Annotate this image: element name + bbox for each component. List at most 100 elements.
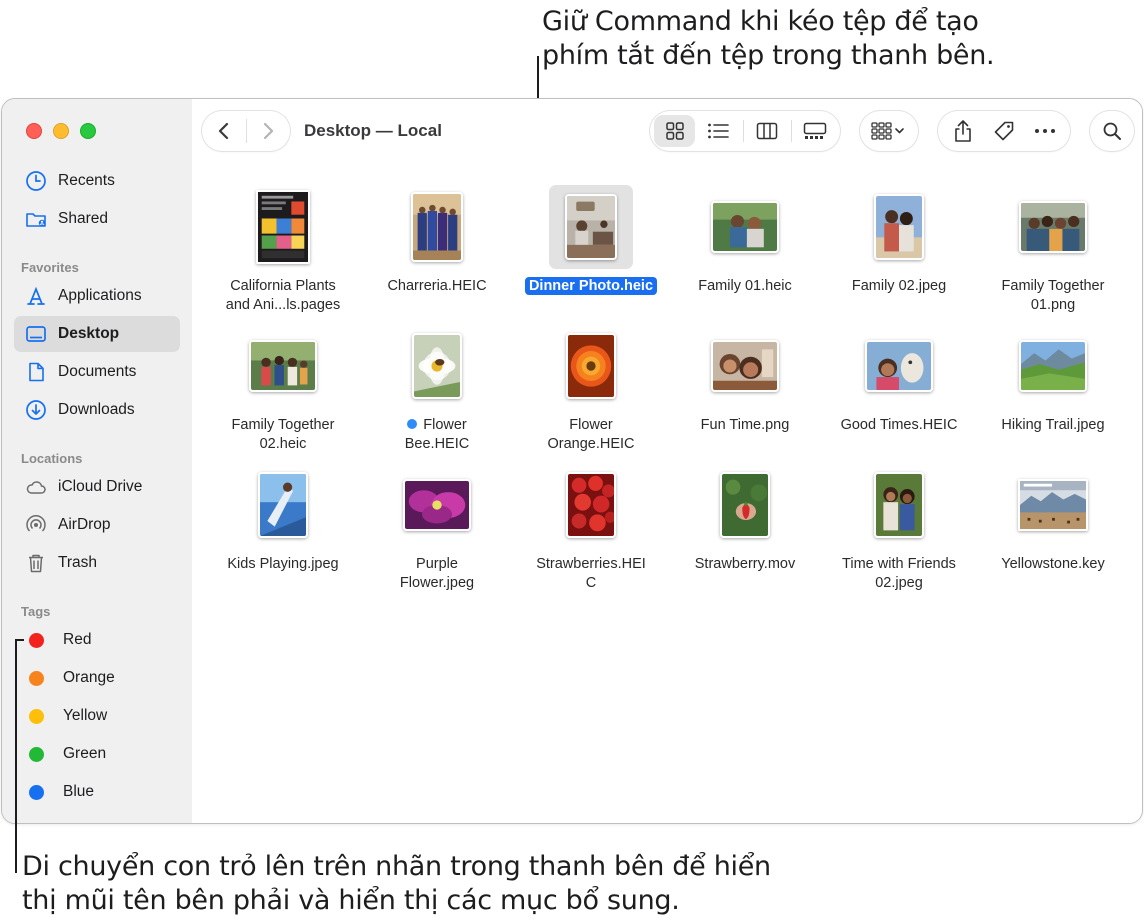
sidebar-item-label: Orange — [63, 669, 115, 686]
file-item[interactable]: Charreria.HEIC — [360, 185, 514, 323]
file-name: Family 02.jpeg — [851, 278, 947, 294]
file-thumbnail — [857, 324, 941, 408]
sidebar-section-locations[interactable]: Locations — [21, 451, 82, 466]
download-icon — [24, 398, 48, 422]
photo-thumbnail-icon — [711, 201, 779, 253]
tag-icon — [994, 121, 1014, 141]
search-button[interactable] — [1090, 111, 1134, 151]
view-switcher — [650, 111, 840, 151]
trash-icon — [24, 551, 48, 575]
clock-icon — [24, 169, 48, 193]
file-item-selected[interactable]: Dinner Photo.heic — [514, 185, 668, 323]
file-name: Time with Friends 02.jpeg — [842, 556, 956, 591]
file-item[interactable]: Family Together 02.heic — [206, 324, 360, 462]
sidebar-item-downloads[interactable]: Downloads — [14, 392, 180, 428]
sidebar-item-tag-blue[interactable]: Blue — [14, 774, 180, 810]
document-icon — [24, 360, 48, 384]
file-item[interactable]: Purple Flower.jpeg — [360, 463, 514, 601]
sidebar-item-tag-yellow[interactable]: Yellow — [14, 698, 180, 734]
icon-view-button[interactable] — [654, 115, 696, 147]
file-item[interactable]: Fun Time.png — [668, 324, 822, 462]
photo-thumbnail-icon — [874, 472, 924, 538]
file-item[interactable]: California Plants and Ani...ls.pages — [206, 185, 360, 323]
file-name: Dinner Photo.heic — [514, 277, 668, 296]
sidebar-item-documents[interactable]: Documents — [14, 354, 180, 390]
file-item[interactable]: Kids Playing.jpeg — [206, 463, 360, 601]
file-item[interactable]: Good Times.HEIC — [822, 324, 976, 462]
callout-top: Giữ Command khi kéo tệp để tạo phím tắt … — [542, 6, 995, 71]
photo-thumbnail-icon — [412, 333, 462, 399]
file-name: Good Times.HEIC — [840, 417, 958, 433]
photo-thumbnail-icon — [565, 194, 617, 260]
sidebar-section-favorites[interactable]: Favorites — [21, 260, 79, 275]
chevron-right-icon — [264, 122, 274, 140]
file-thumbnail — [395, 463, 479, 547]
sidebar-item-label: iCloud Drive — [58, 478, 143, 495]
file-thumbnail — [1011, 185, 1095, 269]
tag-color-icon — [29, 632, 44, 648]
file-item[interactable]: Flower Bee.HEIC — [360, 324, 514, 462]
blue-tag-icon — [407, 419, 418, 429]
file-thumbnail — [703, 463, 787, 547]
file-name: Charreria.HEIC — [387, 278, 487, 294]
forward-button[interactable] — [246, 111, 290, 151]
file-name: Hiking Trail.jpeg — [1001, 417, 1105, 433]
sidebar-item-label: Red — [63, 631, 92, 648]
tag-button[interactable] — [983, 115, 1024, 147]
file-name: Strawberries.HEI C — [536, 556, 646, 591]
file-item[interactable]: Family 02.jpeg — [822, 185, 976, 323]
more-button[interactable] — [1025, 115, 1066, 147]
sidebar-item-airdrop[interactable]: AirDrop — [14, 507, 180, 543]
file-thumbnail — [241, 463, 325, 547]
file-item[interactable]: Strawberry.mov — [668, 463, 822, 601]
group-button[interactable] — [860, 111, 918, 151]
sidebar-item-label: Applications — [58, 287, 142, 304]
file-name: Family Together 01.png — [1001, 278, 1105, 313]
sidebar-item-trash[interactable]: Trash — [14, 545, 180, 581]
gallery-view-button[interactable] — [795, 115, 836, 147]
sidebar-item-label: AirDrop — [58, 516, 111, 533]
sidebar-item-tag-orange[interactable]: Orange — [14, 660, 180, 696]
sidebar-section-tags[interactable]: Tags — [21, 604, 50, 619]
tag-color-icon — [29, 746, 44, 762]
close-button[interactable] — [26, 123, 42, 139]
file-name: Yellowstone.key — [1001, 556, 1105, 572]
sidebar-item-label: Trash — [58, 554, 98, 571]
window-title: Desktop — Local — [304, 121, 442, 140]
photo-thumbnail-icon — [566, 333, 616, 399]
file-item[interactable]: Hiking Trail.jpeg — [976, 324, 1130, 462]
video-thumbnail-icon — [720, 472, 770, 538]
more-icon — [1035, 129, 1056, 133]
file-thumbnail — [549, 463, 633, 547]
divider — [742, 120, 744, 142]
file-item[interactable]: Strawberries.HEI C — [514, 463, 668, 601]
sidebar-item-recents[interactable]: Recents — [14, 163, 180, 199]
file-item[interactable]: Yellowstone.key — [976, 463, 1130, 601]
file-name: Family Together 02.heic — [231, 417, 335, 452]
sidebar-item-icloud-drive[interactable]: iCloud Drive — [14, 469, 180, 505]
desktop-icon — [24, 322, 48, 346]
file-browser: Desktop — Local California Plants and An… — [192, 99, 1142, 823]
file-thumbnail — [241, 324, 325, 408]
list-view-button[interactable] — [695, 115, 740, 147]
sidebar-item-label: Downloads — [58, 401, 135, 418]
navigation-buttons — [202, 111, 290, 151]
file-name: Purple Flower.jpeg — [399, 556, 475, 591]
sidebar-item-shared[interactable]: Shared — [14, 201, 180, 237]
tag-color-icon — [29, 784, 44, 800]
file-item[interactable]: Time with Friends 02.jpeg — [822, 463, 976, 601]
column-view-button[interactable] — [747, 115, 788, 147]
minimize-button[interactable] — [53, 123, 69, 139]
sidebar-item-desktop[interactable]: Desktop — [14, 316, 180, 352]
share-button[interactable] — [942, 115, 983, 147]
back-button[interactable] — [202, 111, 246, 151]
sidebar-item-applications[interactable]: Applications — [14, 278, 180, 314]
tag-color-icon — [29, 670, 44, 686]
sidebar-item-tag-green[interactable]: Green — [14, 736, 180, 772]
photo-thumbnail-icon — [403, 479, 471, 531]
zoom-button[interactable] — [80, 123, 96, 139]
sidebar-item-tag-red[interactable]: Red — [14, 622, 180, 658]
file-item[interactable]: Family 01.heic — [668, 185, 822, 323]
file-item[interactable]: Flower Orange.HEIC — [514, 324, 668, 462]
file-item[interactable]: Family Together 01.png — [976, 185, 1130, 323]
